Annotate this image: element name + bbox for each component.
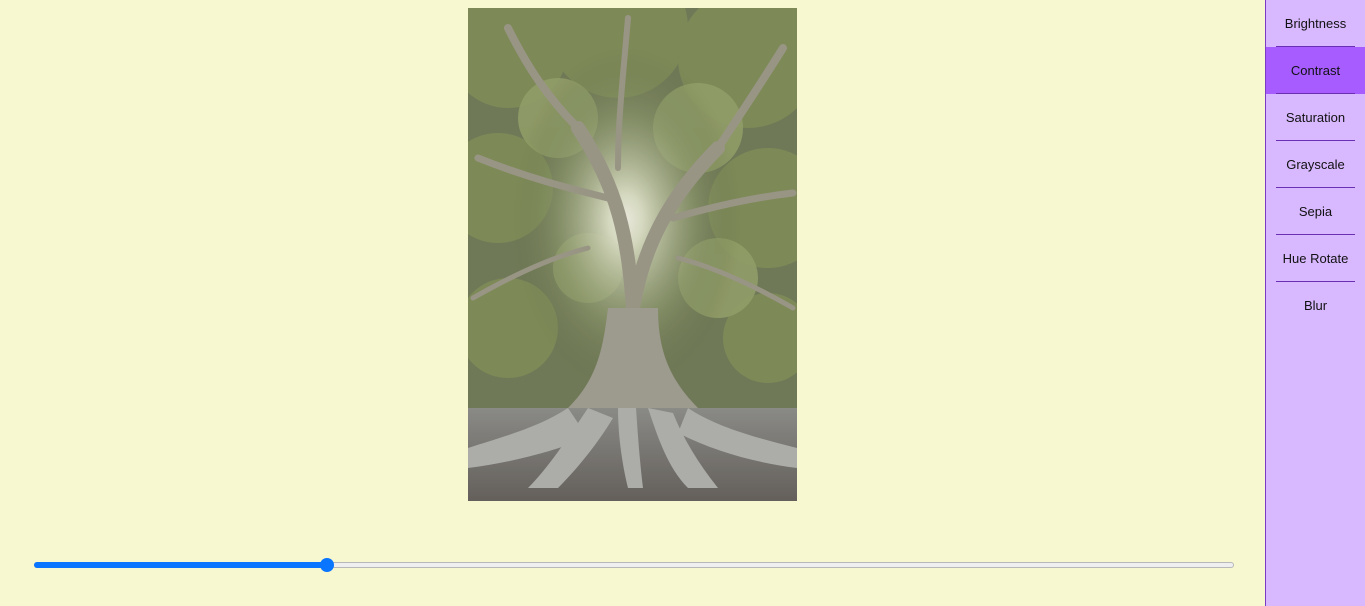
sidebar-item-hue-rotate[interactable]: Hue Rotate — [1266, 235, 1365, 282]
sidebar-item-blur[interactable]: Blur — [1266, 282, 1365, 329]
sidebar-item-label: Blur — [1303, 298, 1328, 313]
tree-photo — [468, 8, 797, 501]
main-canvas-area — [0, 0, 1265, 606]
sidebar-item-contrast[interactable]: Contrast — [1266, 47, 1365, 94]
sidebar-item-label: Sepia — [1298, 204, 1333, 219]
sidebar-item-label: Saturation — [1285, 110, 1346, 125]
tree-photo-drawing — [468, 8, 797, 501]
slider-fill — [34, 562, 327, 568]
slider-thumb[interactable] — [319, 558, 334, 572]
sidebar-item-brightness[interactable]: Brightness — [1266, 0, 1365, 47]
sidebar-item-label: Grayscale — [1286, 157, 1345, 172]
filter-sidebar: Brightness Contrast Saturation Grayscale Sep… — [1265, 0, 1365, 606]
sidebar-item-grayscale[interactable]: Grayscale — [1266, 141, 1365, 188]
sidebar-item-label: Hue Rotate — [1282, 251, 1349, 266]
sidebar-item-label: Brightness — [1284, 16, 1347, 31]
sidebar-item-sepia[interactable]: Sepia — [1266, 188, 1365, 235]
filter-value-slider[interactable] — [34, 558, 1234, 572]
sidebar-item-label: Contrast — [1290, 63, 1341, 78]
sidebar-item-saturation[interactable]: Saturation — [1266, 94, 1365, 141]
